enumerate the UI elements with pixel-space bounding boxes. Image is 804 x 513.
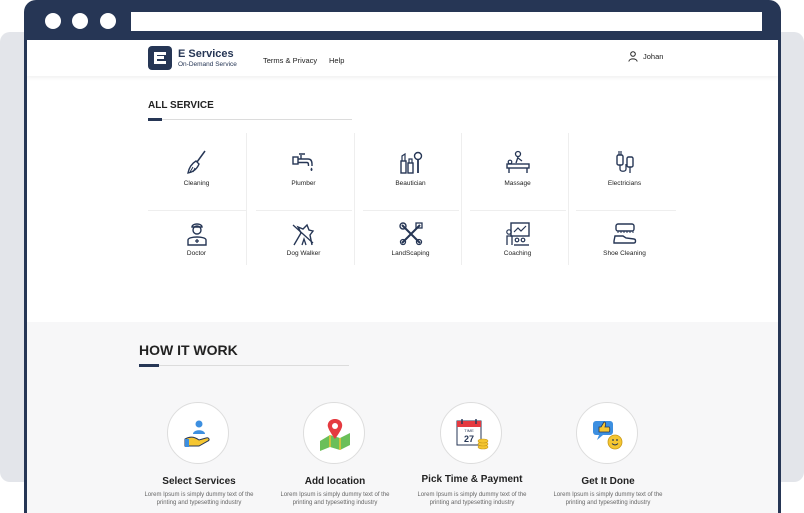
step-description: Lorem Ipsum is simply dummy text of the … <box>417 492 527 506</box>
service-plumber[interactable]: Plumber <box>251 133 356 199</box>
service-dog-walker[interactable]: Dog Walker <box>251 213 356 279</box>
step-title: Get It Done <box>581 476 635 487</box>
service-electricians[interactable]: Electricians <box>572 133 677 199</box>
step-icon-circle <box>167 402 229 464</box>
tools-icon <box>399 222 423 246</box>
brand-tagline: On-Demand Service <box>178 61 237 68</box>
how-title-underline <box>139 365 349 366</box>
step-title: Select Services <box>162 476 236 487</box>
services-title-underline <box>148 119 352 120</box>
faucet-icon <box>292 153 313 171</box>
thumbs-up-icon <box>593 421 623 450</box>
navbar: E Services On-Demand Service Terms & Pri… <box>27 40 778 76</box>
services-title-accent <box>148 118 162 121</box>
plug-icon <box>616 151 634 173</box>
service-label: Dog Walker <box>286 250 321 257</box>
map-pin-icon <box>320 419 350 451</box>
browser-window: E Services On-Demand Service Terms & Pri… <box>24 0 781 513</box>
service-beautician[interactable]: Beautician <box>358 133 463 199</box>
step-title: Add location <box>304 476 366 487</box>
service-label: Cleaning <box>183 180 210 187</box>
step-title: Pick Time & Payment <box>421 474 523 485</box>
calendar-label: TIME <box>464 428 474 433</box>
step-description: Lorem Ipsum is simply dummy text of the … <box>144 492 254 506</box>
step-icon-circle <box>303 402 365 464</box>
service-landscaping[interactable]: LandScaping <box>358 213 463 279</box>
user-icon[interactable] <box>628 51 638 62</box>
nav-link-terms[interactable]: Terms & Privacy <box>263 56 317 65</box>
service-label: LandScaping <box>391 250 430 257</box>
service-label: Massage <box>504 180 531 187</box>
doctor-icon <box>187 223 207 246</box>
services-grid: Cleaning Plumber Beautician Massage Elec… <box>148 133 676 265</box>
dog-icon <box>292 223 315 246</box>
step-description: Lorem Ipsum is simply dummy text of the … <box>280 492 390 506</box>
service-label: Beautician <box>395 180 426 187</box>
calendar-coins-icon: TIME 27 <box>456 419 489 450</box>
shoe-icon <box>613 223 637 244</box>
user-name[interactable]: Johan <box>643 52 663 61</box>
service-label: Shoe Cleaning <box>603 250 646 257</box>
address-bar[interactable] <box>131 12 762 31</box>
service-shoe-cleaning[interactable]: Shoe Cleaning <box>572 213 677 279</box>
coaching-icon <box>506 222 530 246</box>
service-label: Electricians <box>607 180 642 187</box>
step-icon-circle <box>576 402 638 464</box>
services-title: ALL SERVICE <box>148 100 214 111</box>
broom-icon <box>187 150 206 174</box>
service-label: Doctor <box>186 250 207 257</box>
window-dot-1[interactable] <box>45 13 61 29</box>
nav-link-help[interactable]: Help <box>329 56 344 65</box>
window-dot-2[interactable] <box>72 13 88 29</box>
service-label: Coaching <box>503 250 532 257</box>
window-dot-3[interactable] <box>100 13 116 29</box>
service-cleaning[interactable]: Cleaning <box>144 133 249 199</box>
brand-name[interactable]: E Services <box>178 48 234 60</box>
service-coaching[interactable]: Coaching <box>465 213 570 279</box>
cosmetics-icon <box>400 151 423 174</box>
service-label: Plumber <box>291 180 316 187</box>
how-it-works-title: HOW IT WORK <box>139 342 238 358</box>
hand-user-icon <box>184 420 210 447</box>
stage: E Services On-Demand Service Terms & Pri… <box>0 0 804 513</box>
massage-icon <box>506 150 530 173</box>
page-viewport: E Services On-Demand Service Terms & Pri… <box>27 40 778 513</box>
service-doctor[interactable]: Doctor <box>144 213 249 279</box>
calendar-day: 27 <box>464 434 474 444</box>
logo-icon[interactable] <box>148 46 172 70</box>
how-it-works-section: HOW IT WORK Select Services Lorem Ipsum … <box>27 322 778 513</box>
step-icon-circle: TIME 27 <box>440 402 502 464</box>
service-massage[interactable]: Massage <box>465 133 570 199</box>
step-description: Lorem Ipsum is simply dummy text of the … <box>553 492 663 506</box>
how-title-accent <box>139 364 159 367</box>
